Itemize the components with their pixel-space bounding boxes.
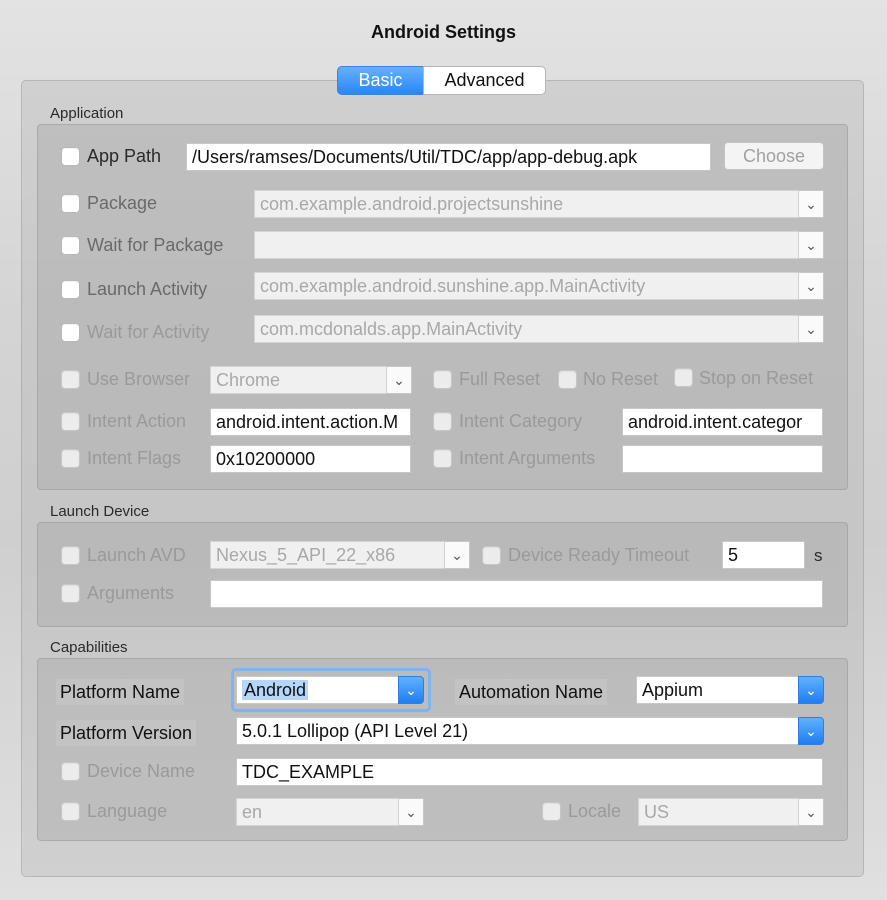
chevron-down-icon: ⌄ bbox=[805, 196, 817, 212]
arguments-checkbox[interactable] bbox=[61, 584, 80, 603]
platform-name-selected-text: Android bbox=[242, 680, 309, 700]
device-name-label: Device Name bbox=[87, 761, 196, 781]
launch-device-group-label: Launch Device bbox=[50, 503, 150, 520]
package-dropdown-button[interactable]: ⌄ bbox=[798, 190, 824, 218]
wait-for-activity-combo-field[interactable]: com.mcdonalds.app.MainActivity bbox=[254, 315, 799, 343]
platform-version-dropdown-button[interactable]: ⌄ bbox=[798, 717, 824, 745]
chevron-down-icon: ⌄ bbox=[405, 682, 417, 698]
chevron-down-icon: ⌄ bbox=[805, 278, 817, 294]
browser-select-field[interactable]: Chrome bbox=[210, 366, 388, 394]
intent-action-field[interactable]: android.intent.action.M bbox=[210, 408, 411, 436]
platform-version-select-field[interactable]: 5.0.1 Lollipop (API Level 21) bbox=[236, 717, 799, 745]
chevron-down-icon: ⌄ bbox=[393, 372, 405, 388]
launch-activity-dropdown-button[interactable]: ⌄ bbox=[798, 272, 824, 300]
platform-version-label: Platform Version bbox=[56, 720, 197, 746]
use-browser-label: Use Browser bbox=[87, 369, 191, 389]
tab-basic[interactable]: Basic bbox=[337, 66, 424, 95]
stop-on-reset-checkbox[interactable] bbox=[674, 368, 693, 387]
window-title: Android Settings bbox=[371, 22, 516, 42]
device-ready-timeout-label: Device Ready Timeout bbox=[508, 545, 690, 565]
app-path-field[interactable]: /Users/ramses/Documents/Util/TDC/app/app… bbox=[186, 143, 711, 171]
app-path-label: App Path bbox=[87, 146, 162, 166]
platform-name-label: Platform Name bbox=[56, 679, 185, 705]
wait-for-activity-dropdown-button[interactable]: ⌄ bbox=[798, 315, 824, 343]
launch-avd-label: Launch AVD bbox=[87, 545, 186, 565]
avd-dropdown-button[interactable]: ⌄ bbox=[444, 541, 470, 569]
no-reset-checkbox[interactable] bbox=[558, 370, 577, 389]
platform-name-select-field[interactable]: Android bbox=[236, 676, 399, 704]
avd-select-field[interactable]: Nexus_5_API_22_x86 bbox=[210, 541, 445, 569]
device-ready-timeout-checkbox[interactable] bbox=[482, 546, 501, 565]
automation-name-label: Automation Name bbox=[455, 679, 608, 705]
tab-advanced[interactable]: Advanced bbox=[423, 66, 546, 95]
launch-activity-combo-field[interactable]: com.example.android.sunshine.app.MainAct… bbox=[254, 272, 799, 300]
language-dropdown-button[interactable]: ⌄ bbox=[398, 798, 424, 826]
wait-for-activity-checkbox[interactable] bbox=[61, 323, 80, 342]
launch-avd-checkbox[interactable] bbox=[61, 546, 80, 565]
locale-select-field[interactable]: US bbox=[638, 798, 799, 826]
capabilities-group-label: Capabilities bbox=[50, 639, 128, 656]
intent-arguments-checkbox[interactable] bbox=[433, 449, 452, 468]
intent-category-field[interactable]: android.intent.categor bbox=[622, 408, 823, 436]
device-name-checkbox[interactable] bbox=[61, 762, 80, 781]
automation-name-select-field[interactable]: Appium bbox=[636, 676, 799, 704]
chevron-down-icon: ⌄ bbox=[805, 682, 817, 698]
language-checkbox[interactable] bbox=[61, 802, 80, 821]
launch-device-group bbox=[37, 522, 848, 627]
intent-arguments-label: Intent Arguments bbox=[459, 448, 596, 468]
wait-for-package-label: Wait for Package bbox=[87, 235, 224, 255]
application-group-label: Application bbox=[50, 105, 124, 122]
chevron-down-icon: ⌄ bbox=[405, 804, 417, 820]
full-reset-checkbox[interactable] bbox=[433, 370, 452, 389]
platform-name-dropdown-button[interactable]: ⌄ bbox=[398, 676, 424, 704]
language-label: Language bbox=[87, 801, 168, 821]
launch-activity-label: Launch Activity bbox=[87, 279, 208, 299]
arguments-field[interactable] bbox=[210, 580, 823, 608]
app-path-checkbox[interactable] bbox=[61, 147, 80, 166]
locale-label: Locale bbox=[568, 801, 622, 821]
chevron-down-icon: ⌄ bbox=[451, 547, 463, 563]
intent-category-label: Intent Category bbox=[459, 411, 583, 431]
intent-flags-field[interactable]: 0x10200000 bbox=[210, 445, 411, 473]
automation-name-dropdown-button[interactable]: ⌄ bbox=[798, 676, 824, 704]
wait-for-package-combo-field[interactable] bbox=[254, 231, 799, 259]
wait-for-package-checkbox[interactable] bbox=[61, 236, 80, 255]
intent-flags-label: Intent Flags bbox=[87, 448, 182, 468]
intent-arguments-field[interactable] bbox=[622, 445, 823, 473]
device-ready-timeout-field[interactable]: 5 bbox=[722, 541, 805, 569]
chevron-down-icon: ⌄ bbox=[805, 237, 817, 253]
intent-action-checkbox[interactable] bbox=[61, 412, 80, 431]
chevron-down-icon: ⌄ bbox=[805, 321, 817, 337]
intent-flags-checkbox[interactable] bbox=[61, 449, 80, 468]
browser-dropdown-button[interactable]: ⌄ bbox=[386, 366, 412, 394]
package-checkbox[interactable] bbox=[61, 194, 80, 213]
package-combo-field[interactable]: com.example.android.projectsunshine bbox=[254, 190, 799, 218]
full-reset-label: Full Reset bbox=[459, 369, 541, 389]
use-browser-checkbox[interactable] bbox=[61, 370, 80, 389]
intent-category-checkbox[interactable] bbox=[433, 412, 452, 431]
locale-dropdown-button[interactable]: ⌄ bbox=[798, 798, 824, 826]
wait-for-activity-label: Wait for Activity bbox=[87, 322, 210, 342]
language-select-field[interactable]: en bbox=[236, 798, 399, 826]
no-reset-label: No Reset bbox=[583, 369, 659, 389]
wait-for-package-dropdown-button[interactable]: ⌄ bbox=[798, 231, 824, 259]
intent-action-label: Intent Action bbox=[87, 411, 187, 431]
launch-activity-checkbox[interactable] bbox=[61, 280, 80, 299]
chevron-down-icon: ⌄ bbox=[805, 804, 817, 820]
chevron-down-icon: ⌄ bbox=[805, 723, 817, 739]
package-label: Package bbox=[87, 193, 158, 213]
arguments-label: Arguments bbox=[87, 583, 175, 603]
locale-checkbox[interactable] bbox=[542, 802, 561, 821]
device-name-field[interactable]: TDC_EXAMPLE bbox=[236, 758, 823, 786]
timeout-unit-label: s bbox=[814, 546, 823, 565]
stop-on-reset-label: Stop on Reset bbox=[699, 368, 814, 388]
choose-button[interactable]: Choose bbox=[724, 142, 824, 170]
